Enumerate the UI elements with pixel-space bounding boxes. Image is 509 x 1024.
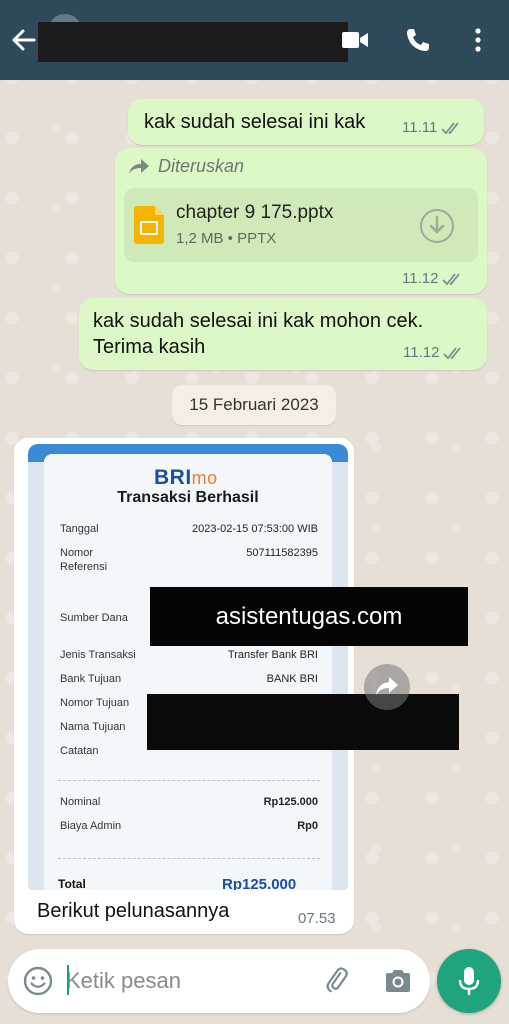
back-arrow-icon[interactable] bbox=[8, 22, 40, 58]
message-meta: 11.11 bbox=[402, 119, 463, 136]
message-bubble[interactable]: kak sudah selesai ini kak mohon cek. Ter… bbox=[79, 298, 487, 370]
receipt-label: Jenis Transaksi bbox=[60, 649, 136, 661]
receipt-label: Nama Tujuan bbox=[60, 721, 126, 733]
phone-icon[interactable] bbox=[404, 26, 432, 54]
download-icon[interactable] bbox=[419, 208, 455, 244]
message-text-line2: Terima kasih bbox=[93, 336, 206, 358]
message-text-line1: kak sudah selesai ini kak mohon cek. bbox=[93, 310, 424, 332]
receipt-border bbox=[28, 462, 44, 890]
receipt-total-label: Total bbox=[58, 877, 86, 890]
document-card[interactable]: chapter 9 175.pptx 1,2 MB • PPTX bbox=[124, 188, 478, 262]
brimo-logo: BRImo bbox=[154, 466, 218, 489]
message-input[interactable] bbox=[66, 963, 286, 999]
video-call-icon[interactable] bbox=[342, 30, 368, 50]
mic-icon bbox=[458, 967, 480, 995]
receipt-value: Rp0 bbox=[297, 820, 318, 832]
message-composer bbox=[8, 949, 430, 1013]
image-caption: Berikut pelunasannya bbox=[37, 900, 230, 922]
message-time: 07.53 bbox=[298, 910, 336, 927]
watermark-banner: asistentugas.com bbox=[150, 587, 468, 646]
message-meta: 11.12 bbox=[403, 344, 465, 361]
message-time: 11.12 bbox=[403, 344, 440, 361]
receipt-label: Tanggal bbox=[60, 523, 99, 535]
date-divider: 15 Februari 2023 bbox=[172, 385, 336, 425]
attach-icon[interactable] bbox=[320, 965, 352, 997]
more-vert-icon[interactable] bbox=[468, 26, 488, 54]
receipt-value: 507111582395 bbox=[246, 547, 318, 559]
receipt-divider bbox=[58, 858, 320, 859]
double-check-icon bbox=[442, 272, 461, 285]
receipt-total-value: Rp125.000 bbox=[222, 876, 297, 890]
receipt-value: Transfer Bank BRI bbox=[227, 649, 318, 661]
slides-file-icon bbox=[134, 206, 164, 244]
receipt-label: Nomor Referensi bbox=[60, 547, 108, 573]
receipt-border bbox=[332, 462, 348, 890]
message-meta: 11.12 bbox=[402, 270, 464, 287]
forwarded-label-row: Diteruskan bbox=[128, 156, 244, 177]
mic-button[interactable] bbox=[437, 949, 501, 1013]
receipt-label: Biaya Admin bbox=[60, 820, 122, 832]
message-text: kak sudah selesai ini kak bbox=[144, 111, 366, 133]
double-check-icon bbox=[443, 346, 462, 359]
receipt-value: BANK BRI bbox=[266, 673, 318, 685]
share-icon[interactable] bbox=[364, 664, 410, 710]
forward-icon bbox=[129, 158, 149, 174]
redacted-contact-name[interactable] bbox=[38, 22, 348, 62]
receipt-image[interactable]: BRImo Transaksi Berhasil Tanggal 2023-02… bbox=[28, 444, 348, 890]
emoji-icon[interactable] bbox=[22, 965, 54, 997]
message-time: 11.12 bbox=[402, 270, 439, 287]
message-bubble[interactable]: kak sudah selesai ini kak 11.11 bbox=[128, 99, 484, 145]
forwarded-label: Diteruskan bbox=[158, 156, 245, 176]
chat-header bbox=[0, 0, 509, 80]
receipt-label: Catatan bbox=[60, 745, 99, 757]
camera-icon[interactable] bbox=[382, 965, 414, 997]
receipt-value: 2023-02-15 07:53:00 WIB bbox=[192, 523, 318, 535]
document-name: chapter 9 175.pptx bbox=[176, 202, 334, 223]
receipt-value: Rp125.000 bbox=[263, 796, 318, 808]
document-meta: 1,2 MB • PPTX bbox=[176, 230, 277, 247]
receipt-label: Bank Tujuan bbox=[60, 673, 122, 685]
receipt-label: Nominal bbox=[60, 796, 101, 808]
receipt-label: Nomor Tujuan bbox=[60, 697, 130, 709]
receipt-label: Sumber Dana bbox=[60, 612, 128, 624]
receipt-divider bbox=[58, 780, 320, 781]
text-caret bbox=[67, 965, 69, 995]
message-time: 11.11 bbox=[402, 119, 438, 136]
receipt-title: Transaksi Berhasil bbox=[117, 489, 259, 506]
redacted-recipient bbox=[147, 694, 459, 750]
double-check-icon bbox=[441, 121, 460, 134]
